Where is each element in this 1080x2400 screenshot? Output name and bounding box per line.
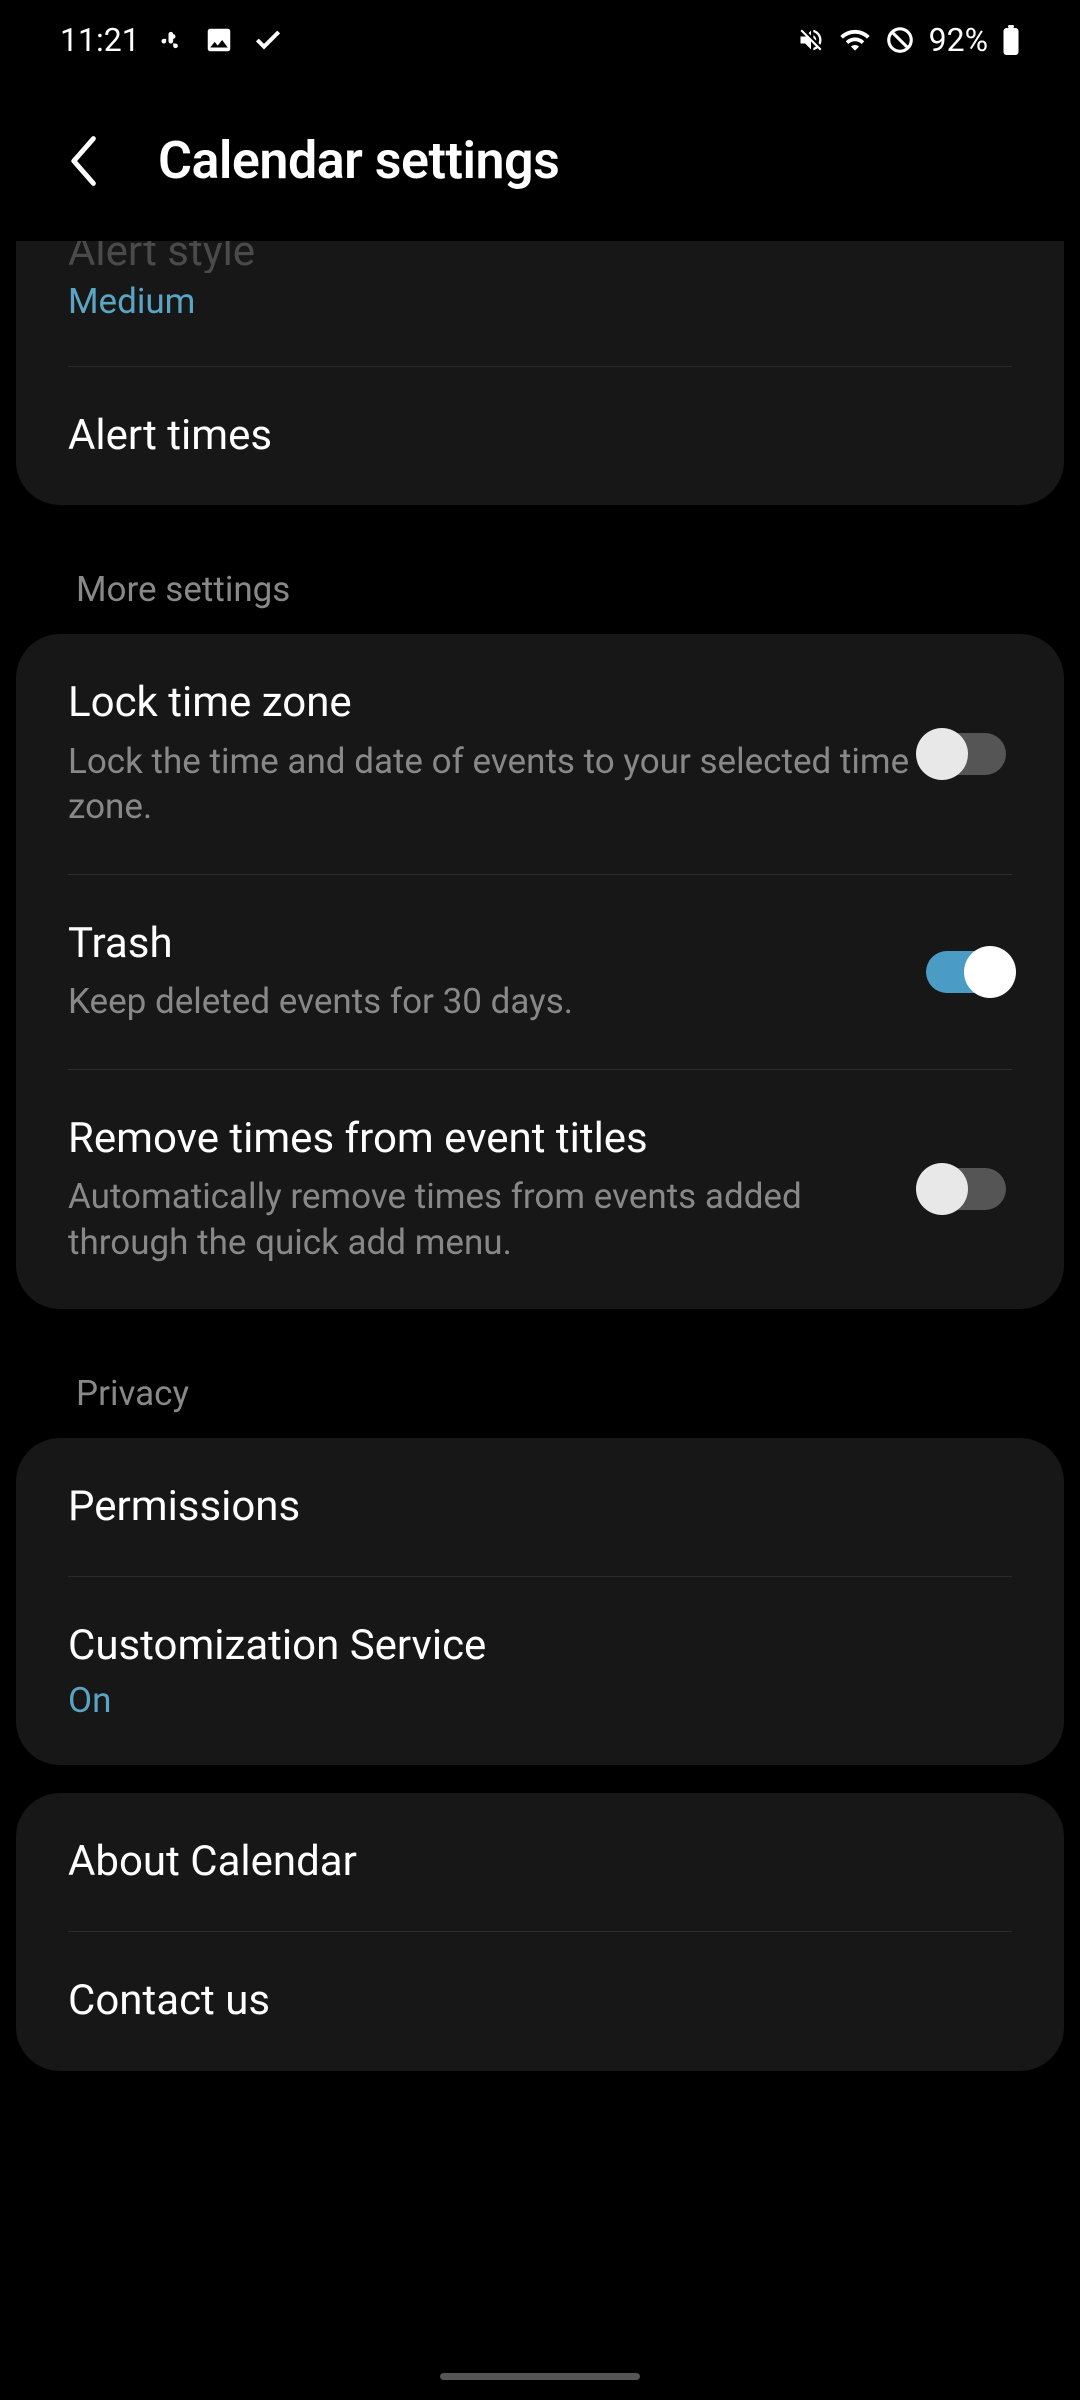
toggle-thumb bbox=[964, 946, 1016, 998]
status-time: 11:21 bbox=[60, 21, 140, 59]
trash-title: Trash bbox=[68, 919, 914, 969]
chevron-left-icon bbox=[67, 133, 103, 189]
privacy-section: Permissions Customization Service On bbox=[16, 1438, 1064, 1765]
nav-indicator[interactable] bbox=[440, 2373, 640, 2380]
trash-subtitle: Keep deleted events for 30 days. bbox=[68, 979, 914, 1025]
lock-timezone-item[interactable]: Lock time zone Lock the time and date of… bbox=[16, 634, 1064, 873]
status-bar: 11:21 92% bbox=[0, 0, 1080, 80]
remove-times-item[interactable]: Remove times from event titles Automatic… bbox=[16, 1070, 1064, 1309]
alert-style-item[interactable]: Alert style Medium bbox=[16, 241, 1064, 366]
checkmark-icon bbox=[252, 24, 284, 56]
permissions-title: Permissions bbox=[68, 1482, 1012, 1532]
more-settings-section: Lock time zone Lock the time and date of… bbox=[16, 634, 1064, 1309]
remove-times-title: Remove times from event titles bbox=[68, 1114, 914, 1164]
status-left: 11:21 bbox=[60, 21, 284, 59]
toggle-thumb bbox=[916, 1163, 968, 1215]
mute-icon bbox=[797, 26, 825, 54]
about-section: About Calendar Contact us bbox=[16, 1793, 1064, 2071]
privacy-header: Privacy bbox=[16, 1337, 1064, 1438]
permissions-item[interactable]: Permissions bbox=[16, 1438, 1064, 1576]
content: Alert style Medium Alert times More sett… bbox=[0, 241, 1080, 2071]
remove-times-subtitle: Automatically remove times from events a… bbox=[68, 1174, 914, 1265]
alert-times-title: Alert times bbox=[68, 411, 1012, 461]
customization-title: Customization Service bbox=[68, 1621, 1012, 1671]
more-settings-header: More settings bbox=[16, 533, 1064, 634]
about-title: About Calendar bbox=[68, 1837, 1012, 1887]
remove-times-toggle[interactable] bbox=[916, 1161, 1016, 1217]
toggle-thumb bbox=[916, 728, 968, 780]
image-icon bbox=[204, 25, 234, 55]
contact-title: Contact us bbox=[68, 1976, 1012, 2026]
lock-timezone-toggle[interactable] bbox=[916, 726, 1016, 782]
header: Calendar settings bbox=[0, 80, 1080, 241]
trash-item[interactable]: Trash Keep deleted events for 30 days. bbox=[16, 875, 1064, 1069]
battery-percent: 92% bbox=[929, 21, 988, 59]
do-not-disturb-icon bbox=[885, 25, 915, 55]
customization-item[interactable]: Customization Service On bbox=[16, 1577, 1064, 1764]
lock-timezone-title: Lock time zone bbox=[68, 678, 914, 728]
about-item[interactable]: About Calendar bbox=[16, 1793, 1064, 1931]
slack-icon bbox=[158, 26, 186, 54]
alert-style-title: Alert style bbox=[68, 241, 1012, 273]
trash-toggle[interactable] bbox=[916, 944, 1016, 1000]
alert-times-item[interactable]: Alert times bbox=[16, 367, 1064, 505]
wifi-icon bbox=[839, 24, 871, 56]
back-button[interactable] bbox=[60, 136, 110, 186]
customization-value: On bbox=[68, 1680, 1012, 1721]
lock-timezone-subtitle: Lock the time and date of events to your… bbox=[68, 739, 914, 830]
page-title: Calendar settings bbox=[158, 130, 559, 191]
contact-item[interactable]: Contact us bbox=[16, 1932, 1064, 2070]
battery-icon bbox=[1002, 25, 1020, 55]
status-right: 92% bbox=[797, 21, 1020, 59]
alert-style-value: Medium bbox=[68, 281, 1012, 322]
alerts-section: Alert style Medium Alert times bbox=[16, 241, 1064, 505]
